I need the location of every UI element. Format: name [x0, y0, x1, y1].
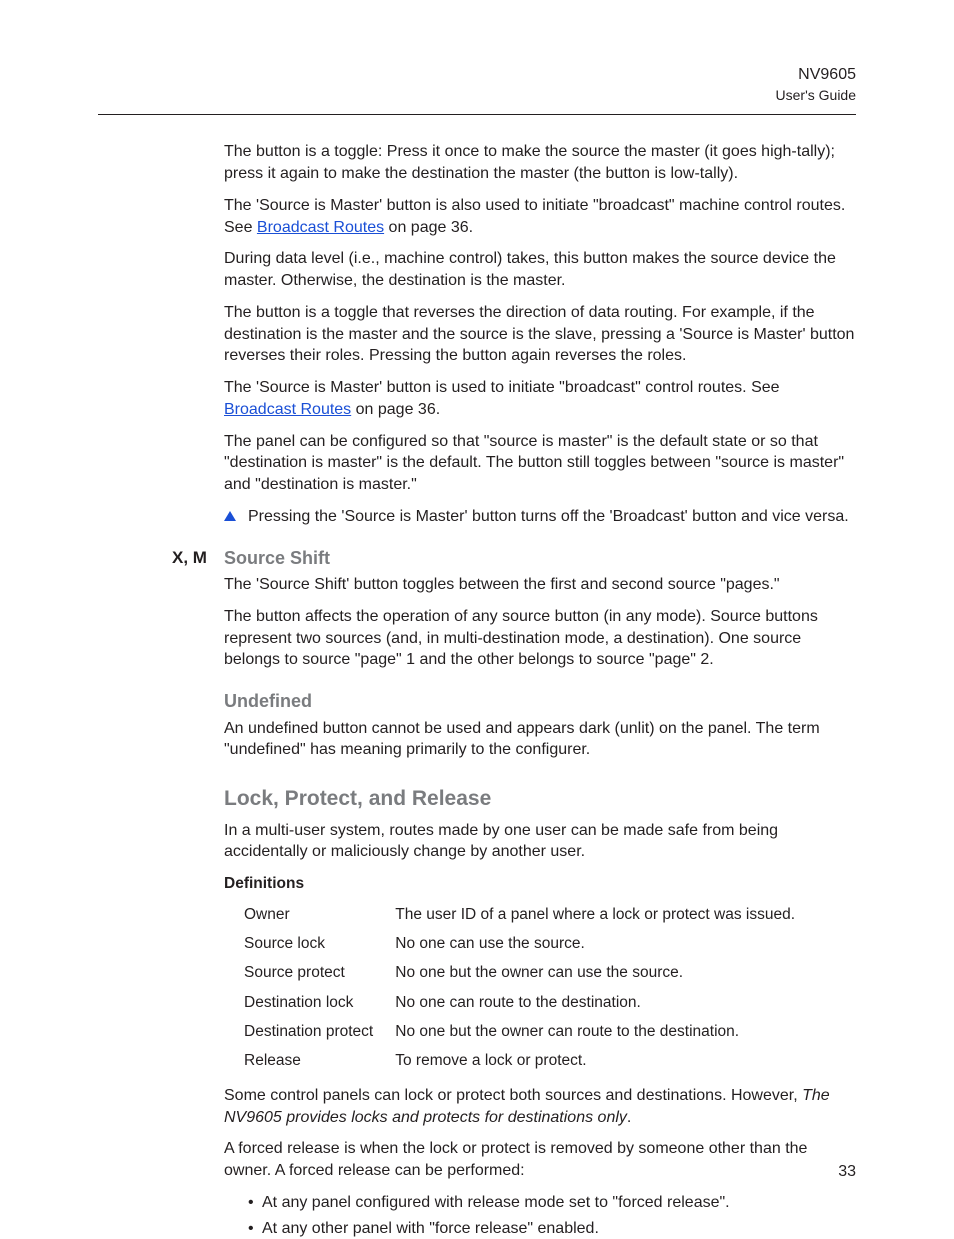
table-row: Destination protect No one but the owner… — [244, 1017, 807, 1046]
list-item: At any panel configured with release mod… — [248, 1192, 856, 1214]
def-term: Source lock — [244, 929, 395, 958]
page-header: NV9605 User's Guide — [98, 64, 856, 104]
body-paragraph: The panel can be configured so that "sou… — [224, 431, 856, 496]
def-desc: No one but the owner can route to the de… — [395, 1017, 807, 1046]
header-rule — [98, 114, 856, 115]
section-heading-main: Lock, Protect, and Release — [224, 785, 856, 814]
page-number: 33 — [838, 1163, 856, 1181]
table-row: Destination lock No one can route to the… — [244, 988, 807, 1017]
def-desc: No one can use the source. — [395, 929, 807, 958]
text-run: on page 36. — [351, 401, 440, 418]
def-term: Release — [244, 1046, 395, 1075]
section-heading: Undefined — [224, 689, 856, 713]
body-paragraph: The 'Source Shift' button toggles betwee… — [224, 574, 856, 596]
table-row: Source lock No one can use the source. — [244, 929, 807, 958]
table-row: Owner The user ID of a panel where a loc… — [244, 900, 807, 929]
definitions-label: Definitions — [224, 873, 856, 894]
document-title: User's Guide — [98, 86, 856, 105]
def-desc: To remove a lock or protect. — [395, 1046, 807, 1075]
body-paragraph: In a multi-user system, routes made by o… — [224, 820, 856, 864]
section-undefined: Undefined An undefined button cannot be … — [224, 689, 856, 761]
def-term: Destination protect — [244, 1017, 395, 1046]
table-row: Release To remove a lock or protect. — [244, 1046, 807, 1075]
definitions-table: Owner The user ID of a panel where a loc… — [244, 900, 807, 1074]
note-text: Pressing the 'Source is Master' button t… — [248, 508, 849, 525]
margin-tag: X, M — [172, 546, 207, 569]
def-desc: No one can route to the destination. — [395, 988, 807, 1017]
page: NV9605 User's Guide The button is a togg… — [0, 0, 954, 1235]
broadcast-routes-link[interactable]: Broadcast Routes — [224, 401, 351, 418]
body-paragraph: The button affects the operation of any … — [224, 606, 856, 671]
def-term: Source protect — [244, 958, 395, 987]
body-paragraph: A forced release is when the lock or pro… — [224, 1138, 856, 1182]
def-term: Owner — [244, 900, 395, 929]
product-model: NV9605 — [98, 64, 856, 86]
bullet-list: At any panel configured with release mod… — [248, 1192, 856, 1239]
body-paragraph: Some control panels can lock or protect … — [224, 1085, 856, 1129]
text-run: . — [627, 1109, 631, 1126]
body-column: The button is a toggle: Press it once to… — [224, 141, 856, 1239]
section-source-shift: X, M Source Shift The 'Source Shift' but… — [224, 546, 856, 671]
def-desc: The user ID of a panel where a lock or p… — [395, 900, 807, 929]
broadcast-routes-link[interactable]: Broadcast Routes — [257, 219, 384, 236]
text-run: on page 36. — [384, 219, 473, 236]
def-term: Destination lock — [244, 988, 395, 1017]
body-paragraph: The 'Source is Master' button is used to… — [224, 377, 856, 421]
triangle-icon — [224, 511, 236, 521]
body-paragraph: The button is a toggle: Press it once to… — [224, 141, 856, 185]
note-callout: Pressing the 'Source is Master' button t… — [224, 506, 856, 528]
body-paragraph: The button is a toggle that reverses the… — [224, 302, 856, 367]
list-item: At any other panel with "force release" … — [248, 1218, 856, 1239]
body-paragraph: During data level (i.e., machine control… — [224, 248, 856, 292]
def-desc: No one but the owner can use the source. — [395, 958, 807, 987]
text-run: Some control panels can lock or protect … — [224, 1087, 802, 1104]
table-row: Source protect No one but the owner can … — [244, 958, 807, 987]
body-paragraph: The 'Source is Master' button is also us… — [224, 195, 856, 239]
text-run: The 'Source is Master' button is used to… — [224, 379, 780, 396]
body-paragraph: An undefined button cannot be used and a… — [224, 718, 856, 762]
section-heading: Source Shift — [224, 546, 856, 570]
